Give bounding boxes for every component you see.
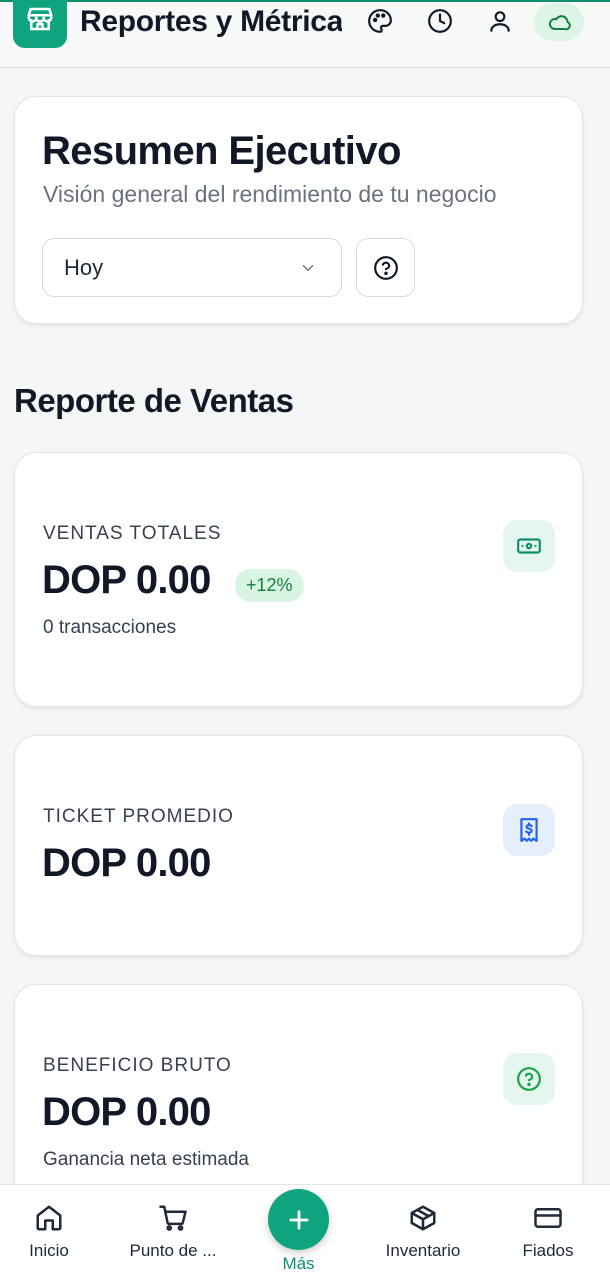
plus-icon [288, 1209, 309, 1230]
metric-card-average-ticket: TICKET PROMEDIO DOP 0.00 [14, 735, 583, 956]
sync-status-button[interactable] [534, 3, 584, 41]
help-button[interactable] [356, 238, 415, 297]
chevron-down-icon [299, 259, 317, 282]
receipt-icon [503, 804, 555, 856]
clock-icon[interactable] [425, 6, 455, 36]
nav-label: Punto de ... [129, 1241, 217, 1260]
nav-label: Inventario [385, 1241, 461, 1260]
metric-value: DOP 0.00 [42, 558, 211, 602]
metric-subtext: 0 transacciones [43, 617, 177, 638]
banknote-icon [503, 520, 555, 572]
box-icon [408, 1201, 438, 1235]
nav-item-punto-de-venta[interactable]: Punto de ... [113, 1185, 233, 1281]
nav-item-fiados[interactable]: Fiados [488, 1185, 608, 1281]
metric-label: TICKET PROMEDIO [43, 806, 234, 827]
palette-icon[interactable] [365, 6, 395, 36]
credit-card-icon [533, 1201, 563, 1235]
nav-item-inventario[interactable]: Inventario [363, 1185, 483, 1281]
metric-card-total-sales: VENTAS TOTALES DOP 0.00 +12% 0 transacci… [14, 452, 583, 707]
summary-card: Resumen Ejecutivo Visión general del ren… [14, 96, 583, 324]
page-title: Reportes y Métricas [80, 5, 342, 38]
help-circle-icon [503, 1053, 555, 1105]
user-icon[interactable] [485, 6, 515, 36]
summary-title: Resumen Ejecutivo [42, 129, 401, 173]
store-icon[interactable] [13, 0, 67, 48]
cart-icon [158, 1201, 188, 1235]
metric-subtext: Ganancia neta estimada [43, 1149, 249, 1170]
period-select[interactable]: Hoy [42, 238, 342, 297]
app-header: Reportes y Métricas [0, 0, 610, 68]
period-select-value: Hoy [64, 255, 104, 280]
metric-value: DOP 0.00 [42, 1090, 211, 1134]
summary-subtitle: Visión general del rendimiento de tu neg… [43, 181, 497, 207]
metric-value: DOP 0.00 [42, 841, 211, 885]
home-icon [34, 1201, 64, 1235]
growth-badge: +12% [235, 569, 304, 602]
nav-label: Inicio [29, 1241, 69, 1260]
nav-label: Fiados [522, 1241, 574, 1260]
cloud-icon [548, 15, 571, 31]
add-more-button[interactable] [268, 1189, 329, 1250]
section-title: Reporte de Ventas [14, 382, 294, 419]
nav-item-inicio[interactable]: Inicio [0, 1185, 109, 1281]
metric-label: VENTAS TOTALES [43, 523, 222, 544]
metric-label: BENEFICIO BRUTO [43, 1055, 232, 1076]
help-circle-icon [373, 255, 398, 280]
nav-label-mas[interactable]: Más [268, 1254, 329, 1274]
